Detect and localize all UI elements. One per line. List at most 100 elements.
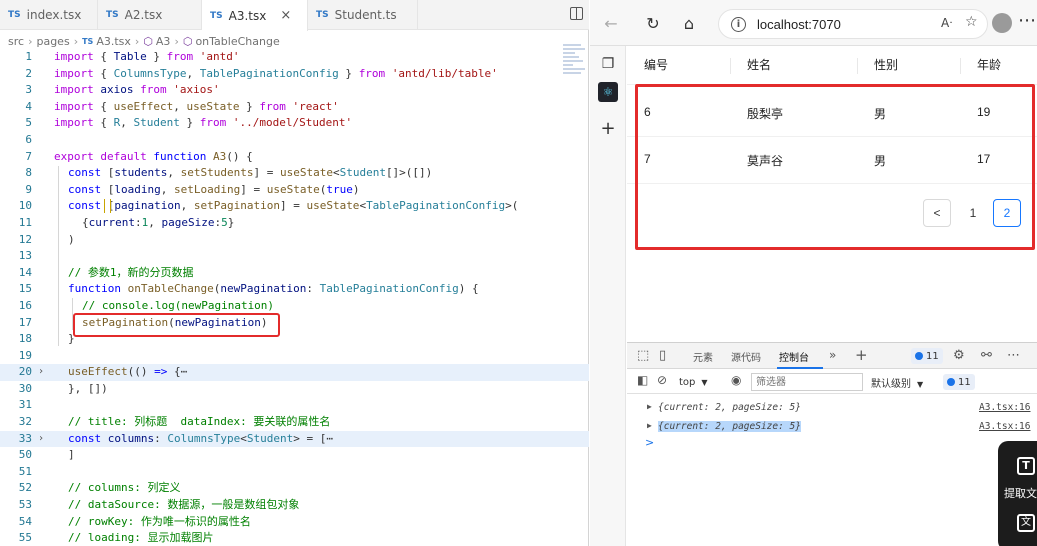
react-devtools-icon[interactable]: ⚛ <box>598 82 618 102</box>
tab-index-tsx[interactable]: TS index.tsx <box>0 0 98 30</box>
device-toolbar-icon[interactable]: ▯ <box>659 348 666 363</box>
clear-console-icon[interactable]: ⊘ <box>657 373 667 387</box>
caret-down-icon: ▼ <box>917 380 924 389</box>
chevron-right-icon[interactable]: › <box>38 364 44 381</box>
customize-icon[interactable]: ⚯ <box>981 348 992 363</box>
close-icon[interactable]: × <box>280 8 291 23</box>
line-number: 13 <box>18 249 32 263</box>
line-number: 2 <box>25 66 32 80</box>
code-line: 9 const [loading, setLoading] = useState(… <box>0 182 589 199</box>
back-arrow-icon[interactable]: ← <box>600 12 622 34</box>
tab-elements[interactable]: 元素 <box>693 349 713 364</box>
line-number: 30 <box>18 381 32 395</box>
breadcrumb: src › pages › TS A3.tsx › ⬡ A3 › ⬡ onTab… <box>8 32 280 50</box>
tab-label: A2.tsx <box>124 8 163 22</box>
add-icon[interactable]: + <box>598 118 618 139</box>
caret-down-icon: ▼ <box>701 377 708 387</box>
breadcrumb-item[interactable]: A3.tsx <box>96 35 131 48</box>
log-source-link[interactable]: A3.tsx:16 <box>979 402 1030 413</box>
code-line: 7 export default function A3() { <box>0 149 589 166</box>
split-editor-icon[interactable] <box>570 7 583 20</box>
line-number: 11 <box>18 215 32 229</box>
profile-avatar[interactable] <box>992 13 1012 33</box>
line-number: 5 <box>25 116 32 130</box>
tab-sources[interactable]: 源代码 <box>731 349 761 364</box>
address-bar[interactable]: i localhost:7070 Aᐧ ☆ <box>718 9 988 39</box>
code-line: 51 <box>0 464 589 481</box>
extract-text-icon[interactable]: T <box>1017 457 1035 475</box>
line-number: 18 <box>18 332 32 346</box>
chevron-right-icon: › <box>174 34 179 48</box>
console-prompt[interactable]: > <box>645 436 654 449</box>
line-number: 33 <box>18 431 32 445</box>
browser-sidebar: ❐ ⚛ + <box>590 46 626 546</box>
info-icon[interactable]: i <box>731 17 746 32</box>
log-level-select[interactable]: 默认级别 ▼ <box>871 375 923 390</box>
table-header: 姓名 <box>747 58 772 72</box>
code-line: 4 import { useEffect, useState } from 're… <box>0 99 589 116</box>
column-divider <box>730 58 731 74</box>
expand-triangle-icon[interactable]: ▶ <box>647 421 652 430</box>
tab-a2-tsx[interactable]: TS A2.tsx <box>98 0 202 30</box>
tab-student-ts[interactable]: TS Student.ts <box>308 0 418 30</box>
eye-icon[interactable]: ◉ <box>731 373 741 387</box>
home-icon[interactable]: ⌂ <box>678 12 700 34</box>
more-options-icon[interactable]: ⋯ <box>1018 10 1036 31</box>
symbol-method-icon: ⬡ <box>182 34 193 48</box>
inspect-element-icon[interactable]: ⬚ <box>637 348 649 363</box>
code-line: 32// title: 列标题 dataIndex: 要关联的属性名 <box>0 414 589 431</box>
browser-window: ← ↻ ⌂ i localhost:7070 Aᐧ ☆ ⋯ ❐ ⚛ + 编号 姓… <box>590 0 1037 546</box>
column-divider <box>960 58 961 74</box>
translate-icon[interactable]: 文 <box>1017 514 1035 532</box>
table-header: 性别 <box>874 58 899 72</box>
favorite-star-icon[interactable]: ☆ <box>965 14 978 30</box>
more-tabs-chevron-icon[interactable]: » <box>829 348 836 362</box>
line-number: 50 <box>18 448 32 462</box>
minimap[interactable] <box>563 44 585 124</box>
line-number: 31 <box>18 398 32 412</box>
typescript-file-icon: TS <box>82 36 94 46</box>
typescript-file-icon: TS <box>106 10 119 20</box>
read-aloud-icon[interactable]: Aᐧ <box>941 16 952 30</box>
breadcrumb-item[interactable]: onTableChange <box>195 35 279 48</box>
gear-icon[interactable]: ⚙ <box>953 348 965 363</box>
refresh-icon[interactable]: ↻ <box>642 12 664 34</box>
console-log-entry[interactable]: ▶ {current: 2, pageSize: 5} A3.tsx:16 <box>627 420 1037 436</box>
add-tab-icon[interactable]: + <box>855 346 868 364</box>
expand-triangle-icon[interactable]: ▶ <box>647 402 652 411</box>
code-line: 3 import axios from 'axios' <box>0 82 589 99</box>
code-line: 55// loading: 显示加载图片 <box>0 530 589 546</box>
text-extraction-widget[interactable]: T 提取文字 文 <box>998 441 1037 546</box>
issue-dot-icon <box>947 378 955 386</box>
tab-a3-tsx[interactable]: TS A3.tsx × <box>202 0 308 31</box>
typescript-file-icon: TS <box>316 10 329 20</box>
line-number: 3 <box>25 83 32 97</box>
context-select[interactable]: top ▼ <box>679 374 708 390</box>
issues-badge[interactable]: 11 <box>911 348 943 364</box>
line-number: 17 <box>18 315 32 329</box>
chevron-right-icon: › <box>134 34 140 48</box>
line-number: 9 <box>25 182 32 196</box>
tab-console[interactable]: 控制台 <box>779 349 809 364</box>
breadcrumb-item[interactable]: src <box>8 35 24 48</box>
line-number: 16 <box>18 298 32 312</box>
code-line: 52// columns: 列定义 <box>0 480 589 497</box>
line-number: 19 <box>18 348 32 362</box>
breadcrumb-item[interactable]: A3 <box>156 35 171 48</box>
tab-label: Student.ts <box>334 8 397 22</box>
tab-view-icon[interactable]: ❐ <box>598 54 618 74</box>
more-options-icon[interactable]: ⋯ <box>1007 348 1020 363</box>
log-source-link[interactable]: A3.tsx:16 <box>979 421 1030 432</box>
line-number: 51 <box>18 464 32 478</box>
line-number: 14 <box>18 265 32 279</box>
console-log-entry[interactable]: ▶ {current: 2, pageSize: 5} A3.tsx:16 <box>627 401 1037 417</box>
issues-badge[interactable]: 11 <box>943 374 975 390</box>
code-line: 53// dataSource: 数据源，一般是数组包对象 <box>0 497 589 514</box>
chevron-right-icon: › <box>73 34 79 48</box>
code-area[interactable]: 1 import { Table } from 'antd' 2 import { … <box>0 49 589 546</box>
chevron-right-icon[interactable]: › <box>38 431 44 448</box>
code-line: 19 <box>0 348 589 365</box>
console-filter-input[interactable] <box>751 373 863 391</box>
sidebar-toggle-icon[interactable]: ◧ <box>637 373 648 387</box>
breadcrumb-item[interactable]: pages <box>36 35 69 48</box>
